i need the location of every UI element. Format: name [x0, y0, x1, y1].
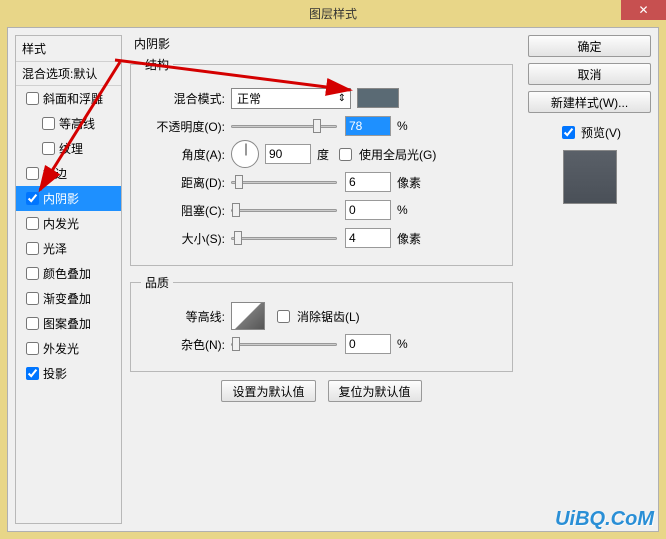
- quality-legend: 品质: [141, 274, 173, 291]
- size-label: 大小(S):: [141, 230, 225, 247]
- settings-panel: 内阴影 结构 混合模式: 正常 ⇕ 不透明度(O): 78 % 角度(A):: [130, 35, 513, 524]
- blend-options-row[interactable]: 混合选项:默认: [16, 62, 121, 86]
- angle-label: 角度(A):: [141, 146, 225, 163]
- ok-button[interactable]: 确定: [528, 35, 651, 57]
- style-item-9[interactable]: 图案叠加: [16, 311, 121, 336]
- style-label: 内阴影: [43, 190, 79, 207]
- style-checkbox-1[interactable]: [42, 117, 55, 130]
- style-item-1[interactable]: 等高线: [16, 111, 121, 136]
- style-item-7[interactable]: 颜色叠加: [16, 261, 121, 286]
- close-icon: ✕: [638, 3, 648, 17]
- global-light-checkbox[interactable]: [339, 148, 352, 161]
- opacity-label: 不透明度(O):: [141, 118, 225, 135]
- distance-slider[interactable]: [231, 181, 337, 184]
- style-checkbox-9[interactable]: [26, 317, 39, 330]
- styles-list-panel: 样式 混合选项:默认 斜面和浮雕等高线纹理描边内阴影内发光光泽颜色叠加渐变叠加图…: [15, 35, 122, 524]
- set-default-button[interactable]: 设置为默认值: [221, 380, 315, 402]
- style-label: 描边: [43, 165, 67, 182]
- preview-label: 预览(V): [581, 124, 621, 141]
- blend-mode-combo[interactable]: 正常 ⇕: [231, 88, 351, 109]
- style-checkbox-2[interactable]: [42, 142, 55, 155]
- distance-input[interactable]: 6: [345, 172, 391, 192]
- style-checkbox-3[interactable]: [26, 167, 39, 180]
- style-label: 内发光: [43, 215, 79, 232]
- cancel-button[interactable]: 取消: [528, 63, 651, 85]
- style-label: 纹理: [59, 140, 83, 157]
- choke-unit: %: [397, 203, 408, 217]
- style-item-3[interactable]: 描边: [16, 161, 121, 186]
- choke-label: 阻塞(C):: [141, 202, 225, 219]
- dialog-body: 样式 混合选项:默认 斜面和浮雕等高线纹理描边内阴影内发光光泽颜色叠加渐变叠加图…: [7, 27, 659, 532]
- size-input[interactable]: 4: [345, 228, 391, 248]
- window-title: 图层样式: [309, 5, 357, 22]
- size-unit: 像素: [397, 230, 421, 247]
- shadow-color-swatch[interactable]: [357, 88, 399, 108]
- antialias-label: 消除锯齿(L): [297, 308, 360, 325]
- style-label: 渐变叠加: [43, 290, 91, 307]
- style-checkbox-6[interactable]: [26, 242, 39, 255]
- quality-group: 品质 等高线: 消除锯齿(L) 杂色(N): 0 %: [130, 274, 513, 372]
- style-item-4[interactable]: 内阴影: [16, 186, 121, 211]
- style-checkbox-8[interactable]: [26, 292, 39, 305]
- style-label: 等高线: [59, 115, 95, 132]
- style-label: 斜面和浮雕: [43, 90, 103, 107]
- style-checkbox-7[interactable]: [26, 267, 39, 280]
- style-checkbox-5[interactable]: [26, 217, 39, 230]
- style-checkbox-10[interactable]: [26, 342, 39, 355]
- new-style-button[interactable]: 新建样式(W)...: [528, 91, 651, 113]
- panel-title: 内阴影: [130, 35, 513, 52]
- noise-input[interactable]: 0: [345, 334, 391, 354]
- antialias-checkbox[interactable]: [277, 310, 290, 323]
- style-item-5[interactable]: 内发光: [16, 211, 121, 236]
- blend-mode-value: 正常: [237, 90, 261, 107]
- styles-header[interactable]: 样式: [16, 36, 121, 62]
- style-checkbox-0[interactable]: [26, 92, 39, 105]
- preview-checkbox[interactable]: [562, 126, 575, 139]
- contour-label: 等高线:: [141, 308, 225, 325]
- distance-unit: 像素: [397, 174, 421, 191]
- opacity-slider[interactable]: [231, 125, 337, 128]
- choke-slider[interactable]: [231, 209, 337, 212]
- distance-label: 距离(D):: [141, 174, 225, 191]
- size-slider[interactable]: [231, 237, 337, 240]
- noise-label: 杂色(N):: [141, 336, 225, 353]
- opacity-unit: %: [397, 119, 408, 133]
- close-button[interactable]: ✕: [621, 0, 666, 20]
- angle-dial[interactable]: [231, 140, 259, 168]
- structure-legend: 结构: [141, 56, 173, 73]
- style-item-8[interactable]: 渐变叠加: [16, 286, 121, 311]
- style-label: 颜色叠加: [43, 265, 91, 282]
- style-item-10[interactable]: 外发光: [16, 336, 121, 361]
- choke-input[interactable]: 0: [345, 200, 391, 220]
- right-panel: 确定 取消 新建样式(W)... 预览(V): [528, 35, 651, 204]
- angle-input[interactable]: 90: [265, 144, 311, 164]
- style-label: 光泽: [43, 240, 67, 257]
- global-light-label: 使用全局光(G): [359, 146, 436, 163]
- structure-group: 结构 混合模式: 正常 ⇕ 不透明度(O): 78 % 角度(A): 90 度: [130, 56, 513, 266]
- style-item-2[interactable]: 纹理: [16, 136, 121, 161]
- style-checkbox-11[interactable]: [26, 367, 39, 380]
- blend-mode-label: 混合模式:: [141, 90, 225, 107]
- style-item-0[interactable]: 斜面和浮雕: [16, 86, 121, 111]
- opacity-input[interactable]: 78: [345, 116, 391, 136]
- style-item-11[interactable]: 投影: [16, 361, 121, 386]
- reset-default-button[interactable]: 复位为默认值: [328, 380, 422, 402]
- style-label: 投影: [43, 365, 67, 382]
- noise-slider[interactable]: [231, 343, 337, 346]
- watermark: UiBQ.CoM: [555, 508, 654, 531]
- style-label: 外发光: [43, 340, 79, 357]
- preview-swatch: [563, 150, 617, 204]
- style-checkbox-4[interactable]: [26, 192, 39, 205]
- angle-unit: 度: [317, 146, 329, 163]
- style-label: 图案叠加: [43, 315, 91, 332]
- noise-unit: %: [397, 337, 408, 351]
- style-item-6[interactable]: 光泽: [16, 236, 121, 261]
- contour-picker[interactable]: [231, 302, 265, 330]
- chevron-updown-icon: ⇕: [338, 93, 346, 104]
